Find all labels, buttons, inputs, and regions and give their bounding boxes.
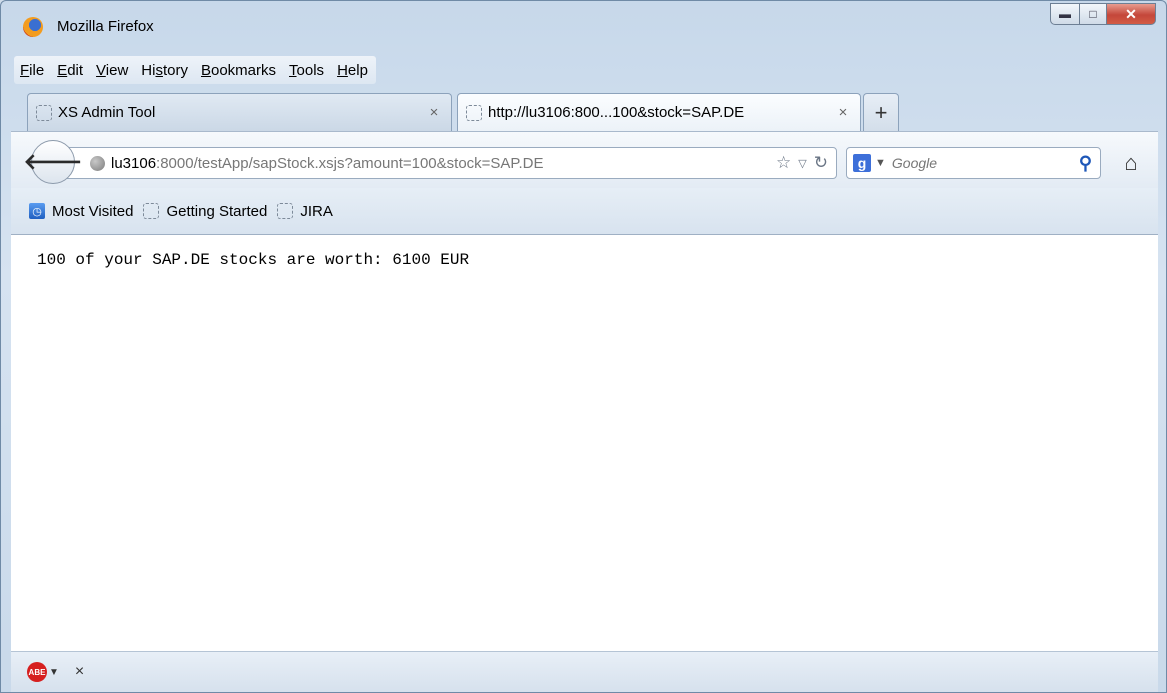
home-icon: ⌂ <box>1124 150 1138 175</box>
search-bar[interactable]: g ▼ Google ⚲ <box>846 147 1101 179</box>
page-content: 100 of your SAP.DE stocks are worth: 610… <box>11 234 1158 652</box>
firefox-logo-icon <box>23 17 43 37</box>
title-bar[interactable]: Mozilla Firefox ▬ □ ✕ <box>1 1 1166 49</box>
most-visited-icon: ◷ <box>29 203 45 219</box>
addon-bar: ABE ▼ × <box>11 652 1158 692</box>
tab-label: XS Admin Tool <box>58 104 156 121</box>
tab-close-icon[interactable]: × <box>834 104 852 121</box>
maximize-icon: □ <box>1089 7 1097 21</box>
abe-icon[interactable]: ABE <box>27 662 47 682</box>
window-title: Mozilla Firefox <box>57 18 154 35</box>
url-text[interactable]: lu3106:8000/testApp/sapStock.xsjs?amount… <box>111 155 769 172</box>
minimize-icon: ▬ <box>1059 7 1071 21</box>
blank-favicon-icon <box>143 203 160 219</box>
tab-strip: XS Admin Tool × http://lu3106:800...100&… <box>21 93 1161 131</box>
url-bar-icons: ☆ ▽ ↻ <box>769 153 828 173</box>
blank-favicon-icon <box>277 203 294 219</box>
chevron-down-icon[interactable]: ▼ <box>49 667 59 678</box>
menu-edit[interactable]: Edit <box>57 60 83 81</box>
bookmark-star-icon[interactable]: ☆ <box>776 153 791 173</box>
url-bar[interactable]: lu3106:8000/testApp/sapStock.xsjs?amount… <box>67 147 837 179</box>
blank-favicon-icon <box>466 104 482 121</box>
bookmark-most-visited[interactable]: ◷ Most Visited <box>29 203 133 220</box>
search-input[interactable]: Google <box>892 155 1079 171</box>
window-controls: ▬ □ ✕ <box>1050 3 1156 25</box>
navigation-toolbar: 🡐 lu3106:8000/testApp/sapStock.xsjs?amou… <box>11 131 1158 188</box>
history-dropdown-icon[interactable]: ▽ <box>798 157 806 170</box>
bookmark-jira[interactable]: JIRA <box>277 203 333 220</box>
close-addon-bar-icon[interactable]: × <box>75 663 84 681</box>
tab-label: http://lu3106:800...100&stock=SAP.DE <box>488 104 745 121</box>
menu-tools[interactable]: Tools <box>289 60 324 81</box>
new-tab-button[interactable]: + <box>863 93 899 131</box>
menu-view[interactable]: View <box>96 60 128 81</box>
maximize-button[interactable]: □ <box>1080 3 1107 25</box>
close-icon: ✕ <box>1125 5 1137 22</box>
search-engine-dropdown-icon[interactable]: ▼ <box>875 157 886 169</box>
menu-bookmarks[interactable]: Bookmarks <box>201 60 276 81</box>
reload-icon[interactable]: ↻ <box>814 153 828 173</box>
browser-window: Mozilla Firefox ▬ □ ✕ File Edit View His… <box>0 0 1167 693</box>
globe-icon <box>90 155 105 171</box>
menu-history[interactable]: History <box>141 60 188 81</box>
minimize-button[interactable]: ▬ <box>1050 3 1080 25</box>
url-path: :8000/testApp/sapStock.xsjs?amount=100&s… <box>156 154 544 172</box>
tab-sap-stock[interactable]: http://lu3106:800...100&stock=SAP.DE × <box>457 93 861 131</box>
menu-help[interactable]: Help <box>337 60 368 81</box>
bookmark-label: Most Visited <box>52 202 134 220</box>
bookmarks-toolbar: ◷ Most Visited Getting Started JIRA <box>11 188 1158 234</box>
menu-bar: File Edit View History Bookmarks Tools H… <box>14 56 376 84</box>
menu-file[interactable]: File <box>20 60 44 81</box>
url-host: lu3106 <box>111 154 157 172</box>
search-magnifier-icon[interactable]: ⚲ <box>1079 153 1092 174</box>
tab-xs-admin-tool[interactable]: XS Admin Tool × <box>27 93 452 131</box>
bookmark-label: Getting Started <box>166 202 268 220</box>
back-arrow-icon: 🡐 <box>23 149 83 174</box>
page-text: 100 of your SAP.DE stocks are worth: 610… <box>37 251 470 269</box>
bookmark-label: JIRA <box>300 202 333 220</box>
close-window-button[interactable]: ✕ <box>1107 3 1156 25</box>
bookmark-getting-started[interactable]: Getting Started <box>143 203 267 220</box>
tab-close-icon[interactable]: × <box>425 104 443 121</box>
blank-favicon-icon <box>36 104 52 121</box>
plus-icon: + <box>874 99 888 125</box>
google-engine-icon[interactable]: g <box>853 154 871 172</box>
back-button[interactable]: 🡐 <box>24 140 83 184</box>
home-button[interactable]: ⌂ <box>1116 148 1146 178</box>
